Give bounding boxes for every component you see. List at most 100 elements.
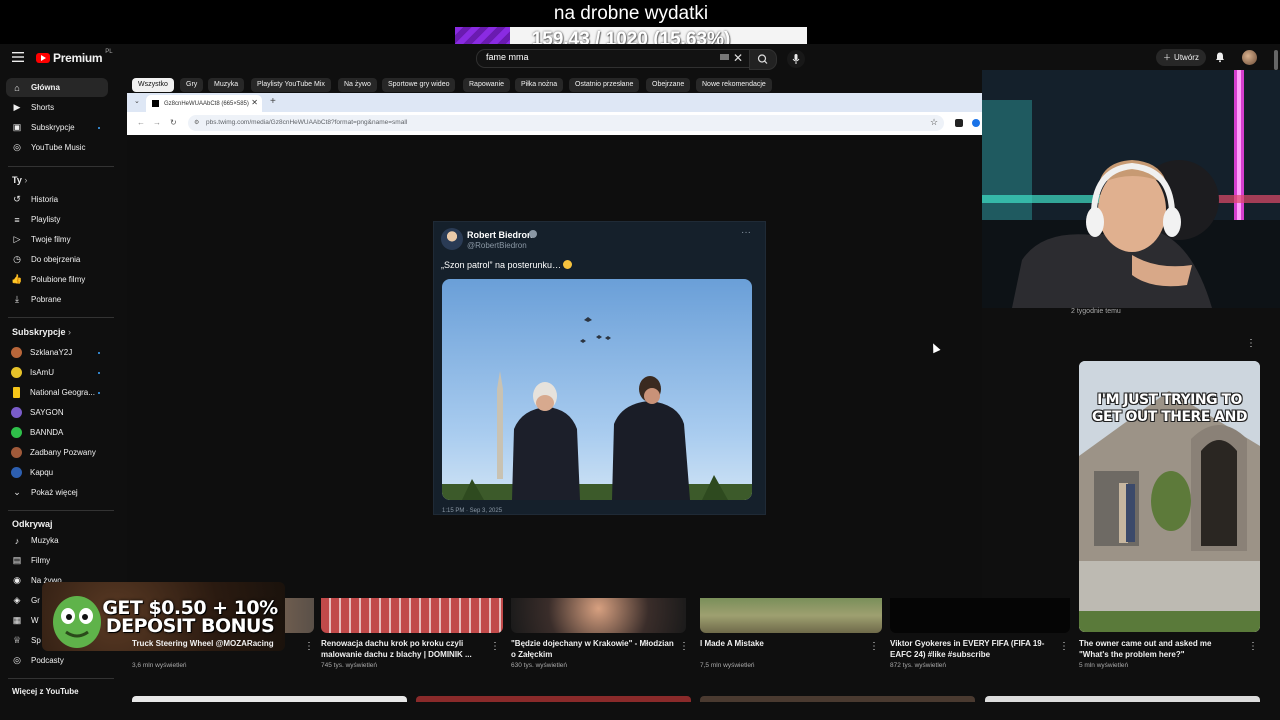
sidebar-channel[interactable]: Kapqu bbox=[6, 463, 108, 482]
address-bar-url: pbs.twimg.com/media/Gz8cnHeWUAAbCt8?form… bbox=[206, 119, 408, 126]
video-title[interactable]: Viktor Gyokeres in EVERY FIFA (FIFA 19-E… bbox=[890, 638, 1056, 660]
video-icon: ▷ bbox=[13, 234, 21, 244]
video-title[interactable]: I Made A Mistake bbox=[700, 638, 865, 649]
channel-name: National Geogra... bbox=[30, 388, 95, 397]
video-title[interactable]: The owner came out and asked me "What's … bbox=[1079, 638, 1239, 660]
video-age-label: 2 tygodnie temu bbox=[1071, 308, 1121, 315]
video-more-options-icon[interactable]: ⋮ bbox=[1248, 641, 1258, 652]
music-icon: ◎ bbox=[13, 142, 21, 152]
channel-avatar bbox=[11, 447, 22, 458]
tab-close-icon[interactable]: ✕ bbox=[251, 98, 258, 107]
chip-music[interactable]: Muzyka bbox=[208, 78, 245, 92]
clear-search-icon[interactable]: ✕ bbox=[733, 51, 743, 65]
video-more-options-icon[interactable]: ⋮ bbox=[304, 641, 314, 652]
chip-games[interactable]: Gry bbox=[180, 78, 204, 92]
sidebar-show-more[interactable]: ⌄ Pokaż więcej bbox=[6, 483, 108, 502]
browser-tab[interactable]: Gz8cnHeWUAAbCt8 (665×585) ✕ bbox=[146, 95, 262, 112]
sidebar-item-label: Shorts bbox=[31, 103, 55, 112]
sidebar-item-liked-videos[interactable]: 👍 Polubione filmy bbox=[6, 270, 108, 289]
sidebar-section-subscriptions[interactable]: Subskrypcje › bbox=[12, 327, 71, 337]
chip-sport-games[interactable]: Sportowe gry wideo bbox=[382, 78, 456, 92]
video-more-options-icon[interactable]: ⋮ bbox=[679, 641, 689, 652]
youtube-logo[interactable]: Premium PL bbox=[36, 49, 113, 65]
video-thumbnail[interactable] bbox=[511, 598, 686, 633]
shorts-more-options-icon[interactable]: ⋮ bbox=[1246, 338, 1256, 349]
channel-avatar bbox=[11, 347, 22, 358]
video-thumbnail[interactable] bbox=[700, 598, 882, 633]
chip-live[interactable]: Na żywo bbox=[338, 78, 377, 92]
forward-arrow-icon[interactable]: → bbox=[153, 118, 161, 127]
sidebar-item-label: Podcasty bbox=[31, 656, 64, 665]
chip-recently-uploaded[interactable]: Ostatnio przesłane bbox=[569, 78, 640, 92]
logo-text: Premium bbox=[53, 51, 103, 65]
video-title[interactable]: Truck Steering Wheel @MOZARacing bbox=[132, 638, 302, 649]
search-icon bbox=[757, 54, 768, 64]
video-title[interactable]: Renowacja dachu krok po kroku czyli malo… bbox=[321, 638, 486, 660]
video-thumbnail[interactable] bbox=[985, 696, 1260, 702]
channel-avatar bbox=[11, 467, 22, 478]
sidebar-item-downloads[interactable]: ⤓ Pobrane bbox=[6, 290, 108, 309]
keyboard-icon[interactable] bbox=[720, 54, 729, 60]
sidebar-item-shorts[interactable]: ▶ Shorts bbox=[6, 98, 108, 117]
sidebar-channel[interactable]: SAYGON bbox=[6, 403, 108, 422]
video-views: 5 mln wyświetleń bbox=[1079, 662, 1129, 669]
chip-mix-playlists[interactable]: Playlisty YouTube Mix bbox=[251, 78, 331, 92]
search-input-value: fame mma bbox=[486, 52, 529, 62]
bookmark-star-icon[interactable]: ☆ bbox=[930, 117, 938, 128]
chip-new-recommendations[interactable]: Nowe rekomendacje bbox=[696, 78, 772, 92]
video-thumbnail[interactable] bbox=[132, 696, 407, 702]
sidebar-channel[interactable]: National Geogra... bbox=[6, 383, 108, 402]
create-button[interactable]: ＋ Utwórz bbox=[1156, 49, 1206, 66]
sidebar-item-home[interactable]: ⌂ Główna bbox=[6, 78, 108, 97]
sidebar-item-films[interactable]: ▤ Filmy bbox=[6, 551, 108, 570]
video-title[interactable]: "Będzie dojechany w Krakowie" - Młodzian… bbox=[511, 638, 676, 660]
search-button[interactable] bbox=[749, 49, 777, 70]
video-more-options-icon[interactable]: ⋮ bbox=[1059, 641, 1069, 652]
promo-bonus-text: GET $0.50 + 10% DEPOSIT BONUS bbox=[102, 597, 278, 637]
back-arrow-icon[interactable]: ← bbox=[137, 118, 145, 127]
tab-search-dropdown-icon[interactable]: ⌄ bbox=[134, 97, 140, 105]
video-thumbnail[interactable] bbox=[416, 696, 691, 702]
hamburger-menu-icon[interactable] bbox=[12, 52, 24, 62]
video-more-options-icon[interactable]: ⋮ bbox=[869, 641, 879, 652]
shorts-icon: ▶ bbox=[13, 102, 21, 112]
sidebar-section-you[interactable]: Ty › bbox=[12, 175, 27, 185]
sidebar-item-history[interactable]: ↺ Historia bbox=[6, 190, 108, 209]
video-thumbnail[interactable] bbox=[321, 598, 503, 633]
tweet-text-content: „Szon patrol” na posterunku… bbox=[441, 260, 562, 270]
sidebar-channel[interactable]: IsAmU bbox=[6, 363, 108, 382]
sidebar-channel[interactable]: BANNDA bbox=[6, 423, 108, 442]
video-thumbnail[interactable] bbox=[890, 598, 1070, 633]
new-content-dot bbox=[98, 126, 100, 129]
browser-profile-icon[interactable] bbox=[972, 119, 980, 127]
new-tab-plus-icon[interactable]: + bbox=[270, 96, 276, 107]
sidebar-channel[interactable]: Zadbany Pozwany bbox=[6, 443, 108, 462]
account-avatar[interactable] bbox=[1242, 50, 1257, 65]
video-more-options-icon[interactable]: ⋮ bbox=[490, 641, 500, 652]
chip-football[interactable]: Piłka nożna bbox=[515, 78, 564, 92]
sidebar-item-your-videos[interactable]: ▷ Twoje filmy bbox=[6, 230, 108, 249]
sidebar-item-podcasts[interactable]: ◎ Podcasty bbox=[6, 651, 108, 670]
site-info-icon[interactable]: ⚙ bbox=[194, 119, 199, 126]
chip-rap[interactable]: Rapowanie bbox=[463, 78, 511, 92]
sidebar-item-subscriptions[interactable]: ▣ Subskrypcje bbox=[6, 118, 108, 137]
voice-search-button[interactable] bbox=[787, 50, 805, 68]
chip-watched[interactable]: Obejrzane bbox=[646, 78, 691, 92]
reload-icon[interactable]: ↻ bbox=[170, 118, 177, 127]
sidebar-item-watch-later[interactable]: ◷ Do obejrzenia bbox=[6, 250, 108, 269]
channel-name: BANNDA bbox=[30, 428, 64, 437]
podcast-icon: ◎ bbox=[13, 655, 21, 665]
chip-all[interactable]: Wszystko bbox=[132, 78, 174, 92]
extension-icon[interactable] bbox=[955, 119, 963, 127]
notifications-bell-icon[interactable] bbox=[1214, 51, 1226, 63]
video-thumbnail[interactable] bbox=[700, 696, 975, 702]
sidebar-channel[interactable]: SzklanaY2J bbox=[6, 343, 108, 362]
sidebar-item-label: Playlisty bbox=[31, 215, 61, 224]
tweet-photo bbox=[442, 279, 752, 500]
page-scrollbar[interactable] bbox=[1274, 50, 1278, 70]
sidebar-item-playlists[interactable]: ≡ Playlisty bbox=[6, 210, 108, 229]
sidebar-item-label: Polubione filmy bbox=[31, 275, 86, 284]
browser-tab-title: Gz8cnHeWUAAbCt8 (665×585) bbox=[164, 100, 249, 107]
sidebar-item-music[interactable]: ♪ Muzyka bbox=[6, 531, 108, 550]
sidebar-item-youtube-music[interactable]: ◎ YouTube Music bbox=[6, 138, 108, 157]
